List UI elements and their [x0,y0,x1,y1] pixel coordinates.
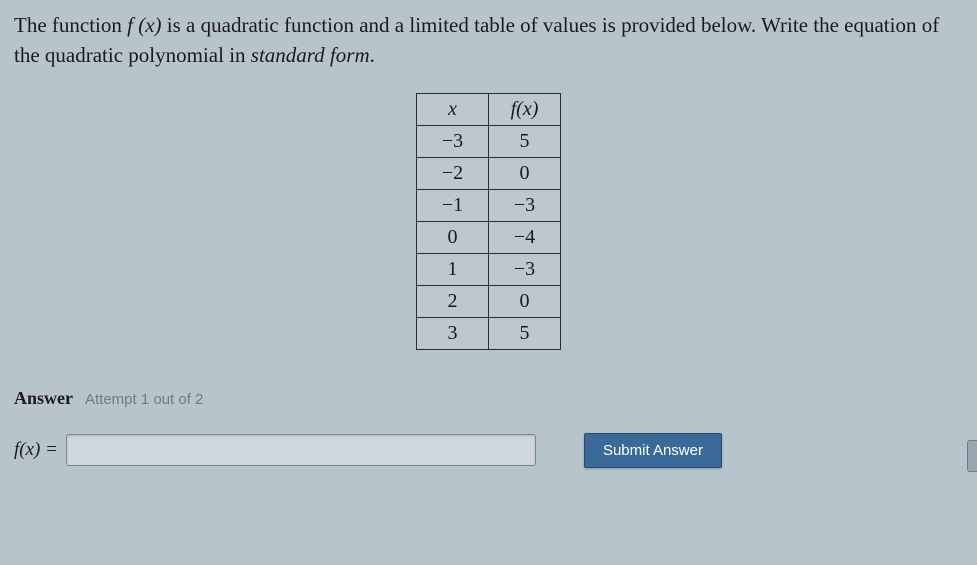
submit-answer-button[interactable]: Submit Answer [584,433,722,468]
answer-input[interactable] [66,434,536,466]
table-row: 1−3 [417,253,561,285]
answer-header: Answer Attempt 1 out of 2 [14,388,963,409]
prompt-emph: standard form [251,43,370,67]
answer-label: Answer [14,388,73,409]
table-row: −20 [417,157,561,189]
prompt-part1: The function [14,13,127,37]
attempt-text: Attempt 1 out of 2 [85,391,203,408]
table-header-row: x f(x) [417,93,561,125]
question-prompt: The function f (x) is a quadratic functi… [14,10,963,71]
table-row: −1−3 [417,189,561,221]
table-row: 0−4 [417,221,561,253]
side-tab-icon[interactable] [967,440,977,472]
table-row: 20 [417,285,561,317]
header-fx: f(x) [489,93,561,125]
table-row: 35 [417,317,561,349]
prompt-part3: . [370,43,375,67]
prompt-fn: f (x) [127,13,161,37]
header-x: x [417,93,489,125]
table-row: −35 [417,125,561,157]
answer-input-row: f(x) = Submit Answer [14,433,963,468]
values-table: x f(x) −35 −20 −1−3 0−4 1−3 20 35 [416,93,561,350]
fx-equals-label: f(x) = [14,439,58,461]
